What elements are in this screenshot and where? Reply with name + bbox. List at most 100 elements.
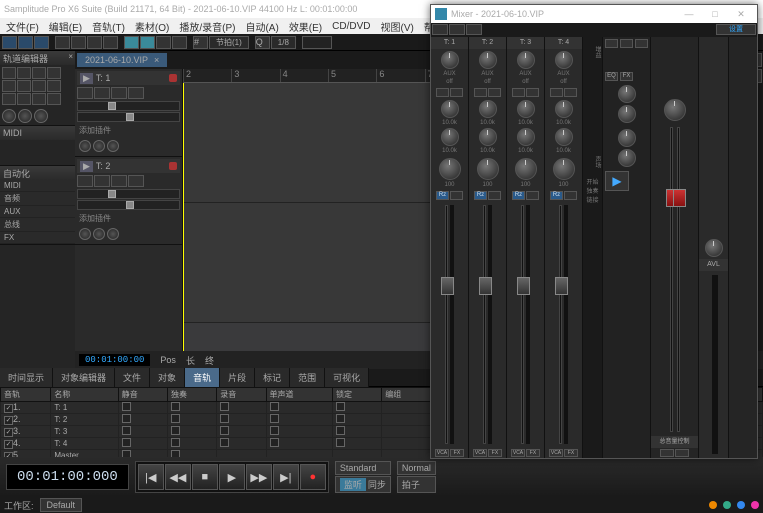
checkbox[interactable] — [270, 426, 279, 435]
checkbox[interactable] — [220, 426, 229, 435]
mixer-play-icon[interactable]: ▶ — [605, 171, 629, 191]
mon-button[interactable] — [111, 175, 127, 187]
tool-copy-icon[interactable] — [71, 36, 86, 49]
knob-3[interactable] — [107, 228, 119, 240]
menu-edit[interactable]: 编辑(E) — [45, 18, 86, 35]
te-knob-3[interactable] — [34, 109, 48, 123]
tool-redo-icon[interactable] — [103, 36, 118, 49]
mixer-tool-2[interactable] — [449, 24, 465, 35]
fx-button[interactable] — [128, 87, 144, 99]
tab-takes[interactable]: 片段 — [220, 368, 255, 387]
midi-header[interactable]: MIDI — [0, 126, 75, 140]
aux-knob[interactable] — [517, 51, 535, 69]
master-knob[interactable] — [618, 129, 636, 147]
eq-knob[interactable] — [517, 128, 535, 146]
master-knob[interactable] — [618, 149, 636, 167]
tool-open-icon[interactable] — [18, 36, 33, 49]
volume-fader[interactable] — [77, 101, 180, 111]
checkbox[interactable] — [270, 414, 279, 423]
te-btn-9[interactable] — [2, 93, 16, 105]
list-audio[interactable]: 音频 — [0, 192, 75, 206]
rec-mode[interactable]: Normal — [397, 461, 436, 475]
zoom-value[interactable]: 1/8 — [271, 36, 296, 49]
tab-visual[interactable]: 可视化 — [325, 368, 369, 387]
pan-knob[interactable] — [477, 158, 499, 180]
tool-undo-icon[interactable] — [87, 36, 102, 49]
master-eq[interactable]: EQ — [605, 72, 618, 81]
vca-button[interactable]: VCA — [511, 449, 525, 457]
master-btn[interactable] — [605, 39, 618, 48]
aux-knob[interactable] — [479, 51, 497, 69]
master-knob[interactable] — [618, 105, 636, 123]
tab-markers[interactable]: 标记 — [255, 368, 290, 387]
te-btn-1[interactable] — [2, 67, 16, 79]
knob-1[interactable] — [79, 228, 91, 240]
tab-tracks[interactable]: 音轨 — [185, 368, 220, 387]
tool-cut-icon[interactable] — [55, 36, 70, 49]
tab-timedisp[interactable]: 时间显示 — [0, 368, 53, 387]
checkbox[interactable] — [171, 402, 180, 411]
eq-knob[interactable] — [555, 100, 573, 118]
master-fx[interactable]: FX — [620, 72, 633, 81]
eq-knob[interactable] — [479, 128, 497, 146]
tool-save-icon[interactable] — [34, 36, 49, 49]
tool-autocross-icon[interactable] — [172, 36, 187, 49]
stop-button[interactable]: ■ — [192, 464, 218, 490]
snap-mode[interactable]: 节拍(1) — [209, 36, 249, 49]
ffwd-button[interactable]: ▶▶ — [246, 464, 272, 490]
list-bus[interactable]: 总线 — [0, 218, 75, 232]
insert-slot[interactable] — [512, 88, 525, 97]
insert-slot[interactable] — [474, 88, 487, 97]
list-midi[interactable]: MIDI — [0, 180, 75, 192]
insert-slot[interactable] — [564, 88, 577, 97]
fx-button[interactable]: FX — [488, 449, 502, 457]
insert-slot[interactable] — [436, 88, 449, 97]
pan-fader[interactable] — [77, 200, 180, 210]
pan-knob[interactable] — [553, 158, 575, 180]
mixer-setup[interactable]: 设置 — [716, 24, 756, 35]
checkbox[interactable]: ✓ — [4, 416, 13, 425]
solo-button[interactable] — [94, 87, 110, 99]
te-btn-11[interactable] — [32, 93, 46, 105]
rz-button[interactable]: Rz — [512, 191, 525, 200]
tab-ranges[interactable]: 范围 — [290, 368, 325, 387]
fx-button[interactable] — [128, 175, 144, 187]
record-arm-icon[interactable] — [169, 162, 177, 170]
add-plugin[interactable]: 添加插件 — [77, 123, 180, 138]
tool-new-icon[interactable] — [2, 36, 17, 49]
ffwd-end-button[interactable]: ▶| — [273, 464, 299, 490]
pan-knob[interactable] — [439, 158, 461, 180]
record-button[interactable]: ● — [300, 464, 326, 490]
channel-fader[interactable] — [521, 205, 524, 444]
mixer-tool-1[interactable] — [432, 24, 448, 35]
tool-grid-icon[interactable]: # — [193, 36, 208, 49]
checkbox[interactable] — [122, 414, 131, 423]
checkbox[interactable] — [336, 438, 345, 447]
checkbox[interactable] — [336, 426, 345, 435]
list-fx[interactable]: FX — [0, 232, 75, 244]
fx-button[interactable] — [526, 191, 539, 200]
checkbox[interactable] — [171, 414, 180, 423]
checkbox[interactable] — [122, 438, 131, 447]
rz-button[interactable]: Rz — [436, 191, 449, 200]
tool-ungroup-icon[interactable] — [140, 36, 155, 49]
vca-button[interactable]: VCA — [435, 449, 449, 457]
close-icon[interactable]: × — [68, 52, 73, 61]
tool-zoom-icon[interactable]: Q — [255, 36, 270, 49]
master-fader-l[interactable] — [670, 127, 673, 432]
vca-button[interactable]: VCA — [549, 449, 563, 457]
checkbox[interactable] — [270, 438, 279, 447]
menu-track[interactable]: 音轨(T) — [88, 18, 129, 35]
channel-label[interactable]: T: 2 — [469, 37, 506, 49]
checkbox[interactable]: ✓ — [4, 404, 13, 413]
menu-cd[interactable]: CD/DVD — [328, 20, 374, 33]
te-btn-4[interactable] — [47, 67, 61, 79]
tool-group-icon[interactable] — [124, 36, 139, 49]
channel-label[interactable]: T: 1 — [431, 37, 468, 49]
insert-slot[interactable] — [450, 88, 463, 97]
track-header-2[interactable]: ▶T: 2 添加插件 — [75, 157, 182, 245]
pan-fader[interactable] — [77, 112, 180, 122]
play-button[interactable]: ▶ — [219, 464, 245, 490]
timecode-display[interactable]: 00:01:00:000 — [6, 464, 129, 490]
te-btn-5[interactable] — [2, 80, 16, 92]
